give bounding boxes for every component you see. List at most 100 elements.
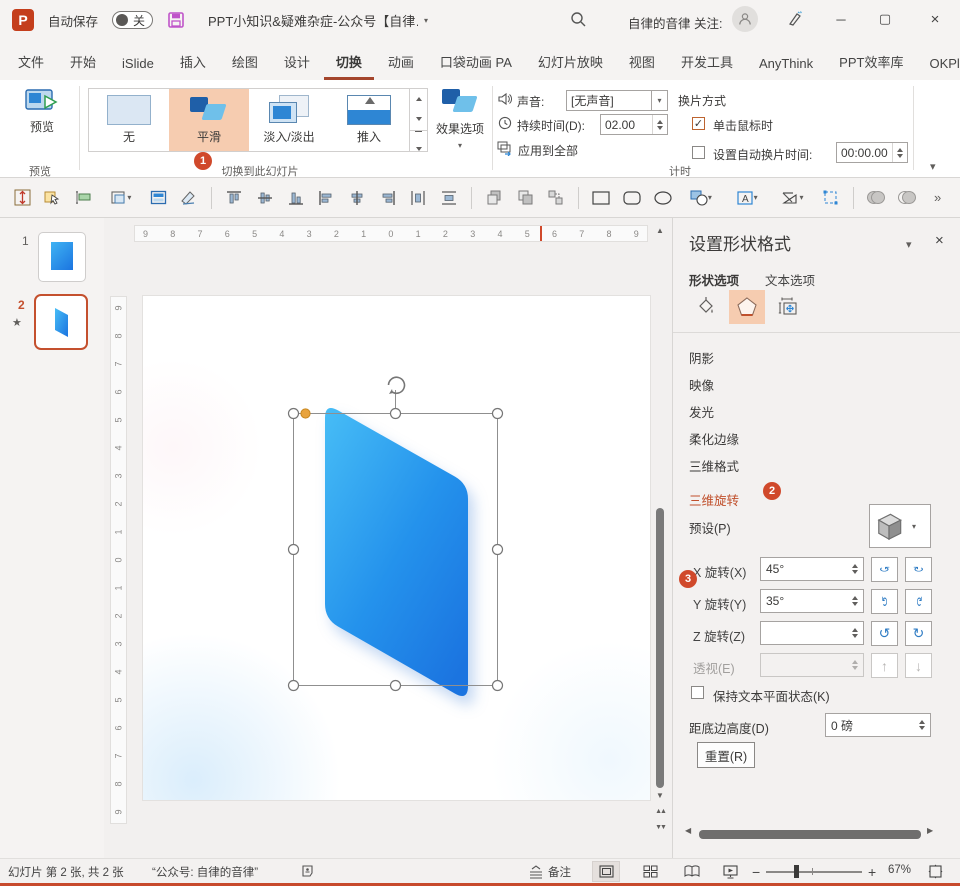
rotate-x-left-button[interactable]: ↺ [871, 557, 898, 582]
toolbar-more-button[interactable]: » [925, 185, 950, 211]
rotation-x-input[interactable]: 45° [760, 557, 864, 581]
bring-forward-button[interactable] [482, 185, 507, 211]
scroll-down-icon[interactable]: ▼ [655, 792, 665, 800]
ribbon-tab[interactable]: 绘图 [220, 44, 270, 80]
send-backward-button[interactable] [513, 185, 538, 211]
slide-sorter-view-button[interactable] [636, 861, 664, 882]
gallery-scroll-down-button[interactable] [410, 109, 427, 129]
accessibility-icon[interactable] [300, 864, 315, 879]
layout-button[interactable] [146, 185, 171, 211]
spin-up-icon[interactable] [852, 564, 858, 568]
zoom-out-button[interactable]: − [752, 864, 760, 880]
line-shape-dropdown-button[interactable]: ▾ [773, 185, 813, 211]
merge-shapes-union-button[interactable] [864, 185, 889, 211]
edit-points-button[interactable] [818, 185, 843, 211]
rectangle-shape-button[interactable] [589, 185, 614, 211]
panel-effect-item[interactable]: 发光 [689, 402, 714, 421]
fit-height-button[interactable] [10, 185, 35, 211]
on-mouse-click-checkbox[interactable]: ✓ [692, 117, 705, 130]
transition-fade[interactable]: 淡入/淡出 [249, 89, 329, 151]
transition-morph[interactable]: 平滑 [169, 89, 249, 151]
ribbon-tab[interactable]: 设计 [272, 44, 322, 80]
oval-shape-button[interactable] [650, 185, 675, 211]
collapse-ribbon-icon[interactable]: ▾ [930, 160, 936, 173]
spin-up-icon[interactable] [919, 720, 925, 724]
panel-effect-item-3d-rotation[interactable]: 三维旋转 [689, 490, 739, 509]
fit-to-window-icon[interactable] [928, 864, 943, 879]
next-slide-button[interactable]: ▼▼ [655, 824, 665, 832]
account-name[interactable]: 自律的音律 关注: [628, 13, 722, 32]
avatar[interactable] [732, 6, 758, 32]
align-top-button[interactable] [222, 185, 247, 211]
rotate-y-up-button[interactable]: ↺ [871, 589, 898, 614]
zoom-percentage[interactable]: 67% [888, 864, 911, 876]
rotate-y-down-button[interactable]: ↻ [905, 589, 932, 614]
ribbon-tab[interactable]: 口袋动画 PA [428, 44, 524, 80]
minimize-button[interactable]: ─ [824, 4, 858, 34]
rotation-y-input[interactable]: 35° [760, 589, 864, 613]
panel-effect-item[interactable]: 映像 [689, 375, 714, 394]
vertical-scrollbar-thumb[interactable] [656, 508, 664, 788]
normal-view-button[interactable] [592, 861, 620, 882]
ribbon-tab[interactable]: 开发工具 [669, 44, 745, 80]
reset-button[interactable]: 重置(R) [697, 742, 755, 768]
after-time-checkbox[interactable] [692, 146, 705, 159]
panel-tab-shape-options[interactable]: 形状选项 [689, 270, 739, 289]
autosave-toggle[interactable]: 关 [112, 11, 153, 29]
transition-none[interactable]: 无 [89, 89, 169, 151]
slide-1-thumbnail[interactable] [38, 232, 86, 282]
panel-scroll-left-icon[interactable]: ◀ [685, 826, 691, 835]
ribbon-tab[interactable]: OKPlus 8.5 [917, 48, 960, 80]
scroll-up-icon[interactable]: ▲ [655, 227, 665, 235]
slide-canvas[interactable] [143, 296, 650, 800]
insert-placeholder-dropdown[interactable]: ▾ [102, 185, 140, 211]
panel-scroll-right-icon[interactable]: ▶ [927, 826, 933, 835]
slide-2-thumbnail[interactable] [34, 294, 88, 350]
shapes-dropdown-button[interactable]: ▾ [681, 185, 721, 211]
spin-down-icon[interactable] [919, 726, 925, 730]
merge-shapes-combine-button[interactable] [895, 185, 920, 211]
panel-tab-text-options[interactable]: 文本选项 [765, 270, 815, 289]
gallery-more-button[interactable] [410, 130, 427, 151]
pen-tool-icon[interactable] [786, 10, 804, 28]
after-time-spinner[interactable]: 00:00.00 [836, 142, 908, 163]
ribbon-tab[interactable]: 插入 [168, 44, 218, 80]
panel-horizontal-scrollbar-thumb[interactable] [699, 830, 921, 839]
align-middle-button[interactable] [253, 185, 278, 211]
rotate-z-cw-button[interactable]: ↻ [905, 621, 932, 646]
align-left-button[interactable] [314, 185, 339, 211]
spin-up-icon[interactable] [657, 120, 663, 124]
search-icon[interactable] [570, 11, 587, 28]
ribbon-tab[interactable]: 切换 [324, 44, 374, 80]
transition-push[interactable]: 推入 [329, 89, 409, 151]
spin-down-icon[interactable] [852, 570, 858, 574]
rotate-z-ccw-button[interactable]: ↺ [871, 621, 898, 646]
sound-dropdown-button[interactable]: ▾ [651, 90, 668, 111]
spin-up-icon[interactable] [852, 628, 858, 632]
panel-collapse-icon[interactable]: ▾ [906, 238, 912, 251]
rotation-z-input[interactable] [760, 621, 864, 645]
spin-up-icon[interactable] [852, 596, 858, 600]
format-painter-button[interactable] [176, 185, 201, 211]
spin-down-icon[interactable] [897, 154, 903, 158]
rounded-rectangle-shape-button[interactable] [620, 185, 645, 211]
distance-from-ground-input[interactable]: 0 磅 [825, 713, 931, 737]
distribute-vertical-button[interactable] [437, 185, 462, 211]
panel-effect-item[interactable]: 柔化边缘 [689, 429, 739, 448]
effect-options-button[interactable]: 效果选项 ▾ [432, 88, 488, 150]
effects-tab-button[interactable] [729, 290, 765, 324]
notes-button[interactable]: 备注 [548, 864, 571, 880]
close-button[interactable]: × [918, 4, 952, 34]
panel-effect-item[interactable]: 三维格式 [689, 456, 739, 475]
apply-to-all-label[interactable]: 应用到全部 [518, 142, 578, 159]
ribbon-tab[interactable]: 幻灯片放映 [526, 44, 615, 80]
ribbon-tab[interactable]: 开始 [58, 44, 108, 80]
spin-down-icon[interactable] [657, 126, 663, 130]
zoom-in-button[interactable]: + [868, 864, 876, 880]
spin-down-icon[interactable] [852, 634, 858, 638]
zoom-slider-thumb[interactable] [794, 865, 799, 878]
notes-icon[interactable] [528, 865, 544, 879]
title-dropdown-icon[interactable]: ▾ [424, 16, 428, 25]
ribbon-tab[interactable]: 文件 [6, 44, 56, 80]
slideshow-view-button[interactable] [716, 861, 744, 882]
